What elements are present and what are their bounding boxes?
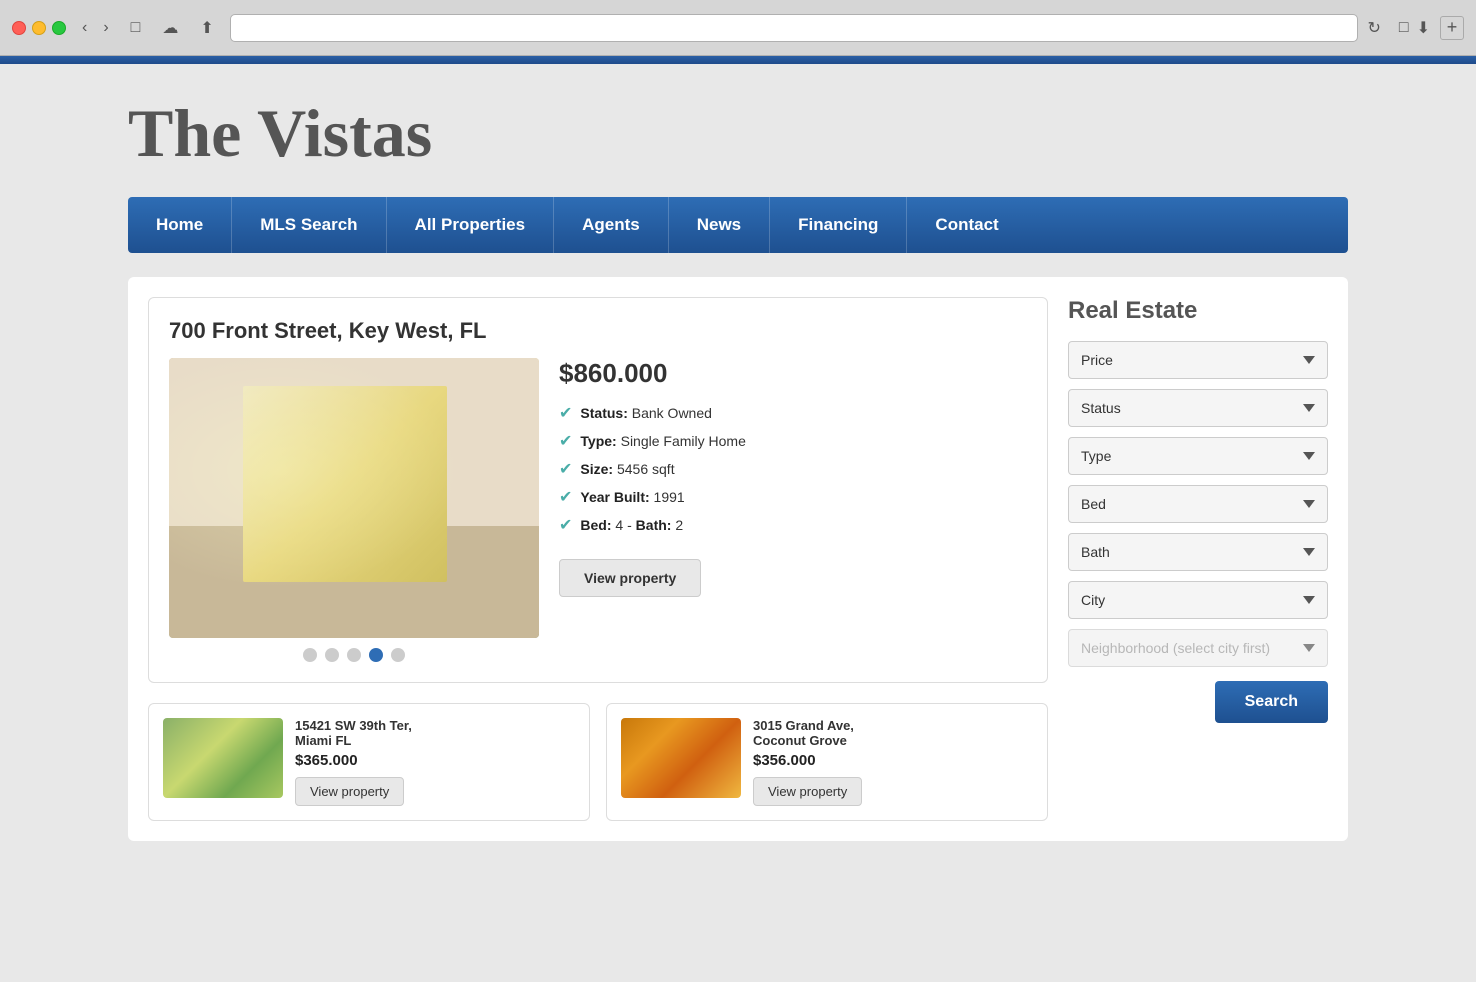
search-button[interactable]: Search (1215, 681, 1328, 723)
featured-property: 700 Front Street, Key West, FL (148, 297, 1048, 683)
new-tab-button[interactable]: + (1440, 16, 1464, 40)
detail-size-text: Size: 5456 sqft (580, 461, 674, 477)
back-button[interactable]: ‹ (76, 17, 93, 39)
detail-status-text: Status: Bank Owned (580, 405, 712, 421)
check-icon-year: ✔ (559, 487, 572, 507)
download-button[interactable]: ⬇ (1417, 18, 1430, 38)
main-layout: 700 Front Street, Key West, FL (128, 277, 1348, 841)
detail-bed-bath: ✔ Bed: 4 - Bath: 2 (559, 515, 1027, 535)
copy-button[interactable]: □ (1399, 18, 1409, 38)
card-info-1: 15421 SW 39th Ter,Miami FL $365.000 View… (295, 718, 575, 806)
neighborhood-filter[interactable]: Neighborhood (select city first) (1068, 629, 1328, 667)
room-image (169, 358, 539, 638)
detail-year-text: Year Built: 1991 (580, 489, 684, 505)
carousel-dot-1[interactable] (303, 648, 317, 662)
nav-item-all-properties[interactable]: All Properties (387, 197, 555, 253)
minimize-button[interactable] (32, 21, 46, 35)
featured-body: $860.000 ✔ Status: Bank Owned ✔ Type: Si… (169, 358, 1027, 662)
price-filter[interactable]: Price (1068, 341, 1328, 379)
bed-filter[interactable]: Bed (1068, 485, 1328, 523)
browser-nav-buttons: ‹ › (76, 17, 115, 39)
nav-item-mls-search[interactable]: MLS Search (232, 197, 386, 253)
reload-button[interactable]: ↻ (1368, 18, 1381, 38)
address-bar[interactable] (230, 14, 1358, 42)
property-card-1: 15421 SW 39th Ter,Miami FL $365.000 View… (148, 703, 590, 821)
sidebar-toggle-button[interactable]: □ (125, 17, 147, 39)
detail-type-text: Type: Single Family Home (580, 433, 745, 449)
carousel-dot-2[interactable] (325, 648, 339, 662)
traffic-lights (12, 21, 66, 35)
detail-type: ✔ Type: Single Family Home (559, 431, 1027, 451)
bath-filter[interactable]: Bath (1068, 533, 1328, 571)
maximize-button[interactable] (52, 21, 66, 35)
property-cards-row: 15421 SW 39th Ter,Miami FL $365.000 View… (148, 703, 1048, 821)
sidebar: Real Estate Price Status Type Bed Bath C… (1068, 297, 1328, 821)
accent-bar (0, 56, 1476, 64)
card-address-2: 3015 Grand Ave,Coconut Grove (753, 718, 1033, 748)
detail-status: ✔ Status: Bank Owned (559, 403, 1027, 423)
status-filter[interactable]: Status (1068, 389, 1328, 427)
browser-actions: □ ⬇ (1399, 18, 1430, 38)
card-thumb-2 (621, 718, 741, 798)
carousel-dot-3[interactable] (347, 648, 361, 662)
nav-item-contact[interactable]: Contact (907, 197, 1026, 253)
close-button[interactable] (12, 21, 26, 35)
nav-item-agents[interactable]: Agents (554, 197, 669, 253)
page-content: The Vistas Home MLS Search All Propertie… (88, 64, 1388, 881)
nav-item-news[interactable]: News (669, 197, 770, 253)
city-filter[interactable]: City (1068, 581, 1328, 619)
cloud-button[interactable]: ☁ (156, 16, 184, 40)
check-icon-type: ✔ (559, 431, 572, 451)
featured-image (169, 358, 539, 638)
card-view-button-2[interactable]: View property (753, 777, 862, 806)
check-icon-bed: ✔ (559, 515, 572, 535)
check-icon-size: ✔ (559, 459, 572, 479)
detail-year: ✔ Year Built: 1991 (559, 487, 1027, 507)
card-info-2: 3015 Grand Ave,Coconut Grove $356.000 Vi… (753, 718, 1033, 806)
carousel-dot-5[interactable] (391, 648, 405, 662)
featured-details: $860.000 ✔ Status: Bank Owned ✔ Type: Si… (559, 358, 1027, 662)
detail-bed-bath-text: Bed: 4 - Bath: 2 (580, 517, 683, 533)
card-thumb-1 (163, 718, 283, 798)
forward-button[interactable]: › (97, 17, 114, 39)
featured-image-wrapper (169, 358, 539, 662)
card-view-button-1[interactable]: View property (295, 777, 404, 806)
detail-size: ✔ Size: 5456 sqft (559, 459, 1027, 479)
browser-chrome: ‹ › □ ☁ ⬆ ↻ □ ⬇ + (0, 0, 1476, 56)
card-price-1: $365.000 (295, 752, 575, 769)
card-price-2: $356.000 (753, 752, 1033, 769)
card-address-1: 15421 SW 39th Ter,Miami FL (295, 718, 575, 748)
site-title: The Vistas (128, 94, 1348, 173)
featured-address: 700 Front Street, Key West, FL (169, 318, 1027, 344)
featured-view-button[interactable]: View property (559, 559, 701, 597)
property-area: 700 Front Street, Key West, FL (148, 297, 1048, 821)
sidebar-title: Real Estate (1068, 297, 1328, 325)
check-icon-status: ✔ (559, 403, 572, 423)
nav-item-financing[interactable]: Financing (770, 197, 907, 253)
featured-price: $860.000 (559, 358, 1027, 389)
nav-item-home[interactable]: Home (128, 197, 232, 253)
share-button[interactable]: ⬆ (194, 16, 219, 40)
property-card-2: 3015 Grand Ave,Coconut Grove $356.000 Vi… (606, 703, 1048, 821)
main-nav: Home MLS Search All Properties Agents Ne… (128, 197, 1348, 253)
carousel-dots (169, 648, 539, 662)
carousel-dot-4[interactable] (369, 648, 383, 662)
type-filter[interactable]: Type (1068, 437, 1328, 475)
